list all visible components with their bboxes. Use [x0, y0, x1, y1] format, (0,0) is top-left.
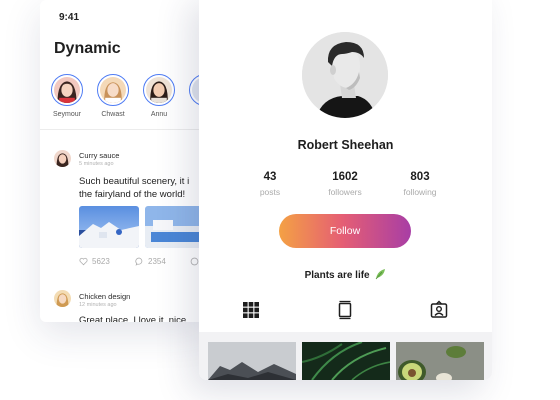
share-stat[interactable]: [190, 257, 199, 266]
page-title: Dynamic: [54, 40, 121, 57]
comments-count: 2354: [148, 257, 166, 266]
heart-icon: [79, 257, 88, 266]
story-chwast[interactable]: Chwast: [90, 74, 136, 118]
story-name: Chwast: [101, 111, 125, 118]
post-text-line: the fairyland of the world!: [79, 189, 186, 200]
comment-icon: [135, 257, 143, 266]
post-time: 12 minutes ago: [79, 302, 117, 308]
likes-count: 5623: [92, 257, 110, 266]
story-annu[interactable]: Annu: [136, 74, 182, 118]
bio-text: Plants are life: [304, 270, 370, 281]
comments-stat[interactable]: 2354: [135, 257, 166, 266]
status-bar-time: 9:41: [59, 12, 80, 23]
story-avatar: [146, 77, 172, 103]
post-photo-santorini[interactable]: [79, 206, 139, 248]
tagged-icon[interactable]: [429, 300, 449, 320]
profile-bio: Plants are life: [199, 268, 492, 281]
profile-avatar[interactable]: [302, 32, 388, 118]
post-text-line: Great place, I love it, nice: [79, 315, 187, 322]
grid-icon[interactable]: [241, 300, 261, 320]
likes-stat[interactable]: 5623: [79, 257, 110, 266]
post-username[interactable]: Chicken design: [79, 292, 130, 301]
share-icon: [190, 257, 199, 266]
post-avatar[interactable]: [54, 290, 71, 307]
post-username[interactable]: Curry sauce: [79, 151, 119, 160]
story-seymour[interactable]: Seymour: [44, 74, 90, 118]
post-avatar[interactable]: [54, 150, 71, 167]
divider: [40, 129, 210, 130]
post-photo-pool[interactable]: [145, 206, 205, 248]
story-name: Seymour: [52, 111, 81, 118]
story-name: Annu: [150, 111, 168, 118]
profile-screen: Robert Sheehan 43 posts 1602 followers 8…: [199, 0, 492, 380]
follow-button[interactable]: Follow: [279, 214, 411, 248]
grid-photo-mountain[interactable]: [208, 342, 296, 380]
profile-name: Robert Sheehan: [297, 138, 394, 152]
grid-photo-avocado[interactable]: [396, 342, 484, 380]
feed-screen: 9:41 Dynamic Seymour Chwast Annu Curry s…: [40, 0, 210, 322]
portrait-posts-icon[interactable]: [335, 300, 355, 320]
post-text-line: Such beautiful scenery, it i: [79, 176, 190, 187]
grid-photo-fern[interactable]: [302, 342, 390, 380]
post-time: 5 minutes ago: [79, 161, 114, 167]
following-count: 803: [410, 171, 430, 183]
following-label: following: [403, 187, 437, 197]
following-stat[interactable]: 803 following: [375, 171, 465, 197]
story-avatar: [100, 77, 126, 103]
leaf-icon: [376, 269, 386, 280]
story-avatar: [54, 77, 80, 103]
